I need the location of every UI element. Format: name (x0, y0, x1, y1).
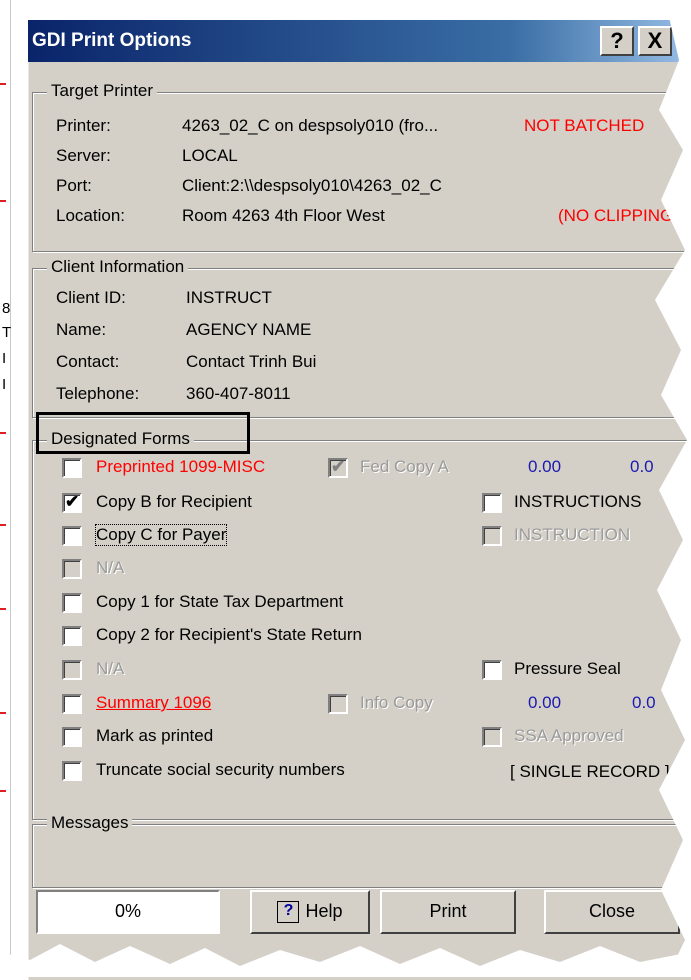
print-options-dialog: GDI Print Options ? X Target Printer Pri… (26, 20, 691, 980)
help-button-label: Help (305, 901, 343, 921)
na-checkbox[interactable] (62, 559, 82, 579)
copy-2-checkbox[interactable] (62, 626, 82, 646)
copy-c-checkbox[interactable] (62, 526, 82, 546)
truncate-ssn-checkbox[interactable] (62, 761, 82, 781)
red-mark (0, 200, 6, 202)
red-mark (0, 83, 6, 85)
target-printer-legend: Target Printer (47, 81, 158, 101)
title-bar: GDI Print Options ? X (28, 20, 691, 62)
na-2-label: N/A (96, 659, 125, 678)
help-icon: ? (277, 901, 300, 924)
info-copy-label: Info Copy (360, 693, 433, 712)
location-label: Location: (56, 206, 125, 225)
instructions-checkbox[interactable] (482, 493, 502, 513)
location-value: Room 4263 4th Floor West (182, 206, 385, 225)
highlight-box (36, 412, 250, 454)
client-id-value: INSTRUCT (186, 288, 272, 307)
batch-status: NOT BATCHED (524, 116, 645, 135)
copy-2-label: Copy 2 for Recipient's State Return (96, 625, 362, 644)
fed-copy-a-label: Fed Copy A (360, 457, 449, 476)
window-title: GDI Print Options (32, 30, 192, 51)
preprinted-label: Preprinted 1099-MISC (96, 457, 266, 476)
mark-printed-label: Mark as printed (96, 726, 214, 745)
pressure-seal-label: Pressure Seal (514, 659, 621, 678)
port-label: Port: (56, 176, 92, 195)
copy-b-checkbox[interactable]: ✔ (62, 492, 82, 513)
red-mark (0, 432, 6, 434)
ssa-approved-label: SSA Approved (514, 726, 624, 745)
messages-group: Messages (32, 813, 691, 888)
printer-label: Printer: (56, 116, 111, 135)
help-title-button[interactable]: ? (600, 26, 634, 56)
client-id-label: Client ID: (56, 288, 126, 307)
truncate-ssn-label: Truncate social security numbers (96, 760, 345, 779)
doc-char: I (2, 376, 7, 393)
red-mark (0, 712, 6, 714)
ssa-approved-checkbox[interactable] (482, 727, 502, 747)
server-value: LOCAL (182, 146, 238, 165)
na-2-checkbox[interactable] (62, 660, 82, 680)
port-value: Client:2:\\despsoly010\4263_02_C (182, 176, 442, 195)
printer-value: 4263_02_C on despsoly010 (fro... (182, 116, 439, 135)
red-mark (0, 608, 6, 610)
torn-edge-bottom (0, 944, 691, 977)
background-document: 8 T I I (0, 0, 26, 977)
pressure-seal-checkbox[interactable] (482, 660, 502, 680)
doc-char: 8 (2, 300, 11, 317)
instructions-label: INSTRUCTIONS (514, 492, 642, 511)
fed-value-1: 0.00 (528, 457, 562, 476)
name-label: Name: (56, 320, 107, 339)
check-mark-icon: ✔ (331, 457, 346, 476)
instructions-2-label: INSTRUCTION (514, 525, 631, 544)
mark-printed-checkbox[interactable] (62, 727, 82, 747)
client-info-legend: Client Information (47, 257, 189, 277)
copy-b-label: Copy B for Recipient (96, 492, 252, 511)
name-value: AGENCY NAME (186, 320, 312, 339)
torn-edge-right (655, 0, 691, 977)
contact-label: Contact: (56, 352, 120, 371)
check-mark-icon: ✔ (65, 492, 80, 511)
copy-1-checkbox[interactable] (62, 593, 82, 613)
server-label: Server: (56, 146, 111, 165)
copy-c-label: Copy C for Payer (94, 524, 228, 546)
summary-label: Summary 1096 (96, 693, 212, 712)
copy-1-label: Copy 1 for State Tax Department (96, 592, 344, 611)
summary-value-1: 0.00 (528, 693, 562, 712)
summary-checkbox[interactable] (62, 694, 82, 714)
info-copy-checkbox[interactable] (328, 694, 348, 714)
telephone-label: Telephone: (56, 384, 140, 403)
instructions-2-checkbox[interactable] (482, 526, 502, 546)
doc-char: T (2, 324, 12, 341)
na-label: N/A (96, 558, 125, 577)
fed-copy-a-checkbox[interactable]: ✔ (328, 457, 348, 478)
doc-char: I (2, 350, 7, 367)
contact-value: Contact Trinh Bui (186, 352, 317, 371)
preprinted-checkbox[interactable] (62, 458, 82, 478)
messages-legend: Messages (47, 813, 133, 833)
document-margin-line (10, 0, 11, 977)
red-mark (0, 524, 6, 526)
red-mark (0, 790, 6, 792)
telephone-value: 360-407-8011 (186, 384, 291, 403)
